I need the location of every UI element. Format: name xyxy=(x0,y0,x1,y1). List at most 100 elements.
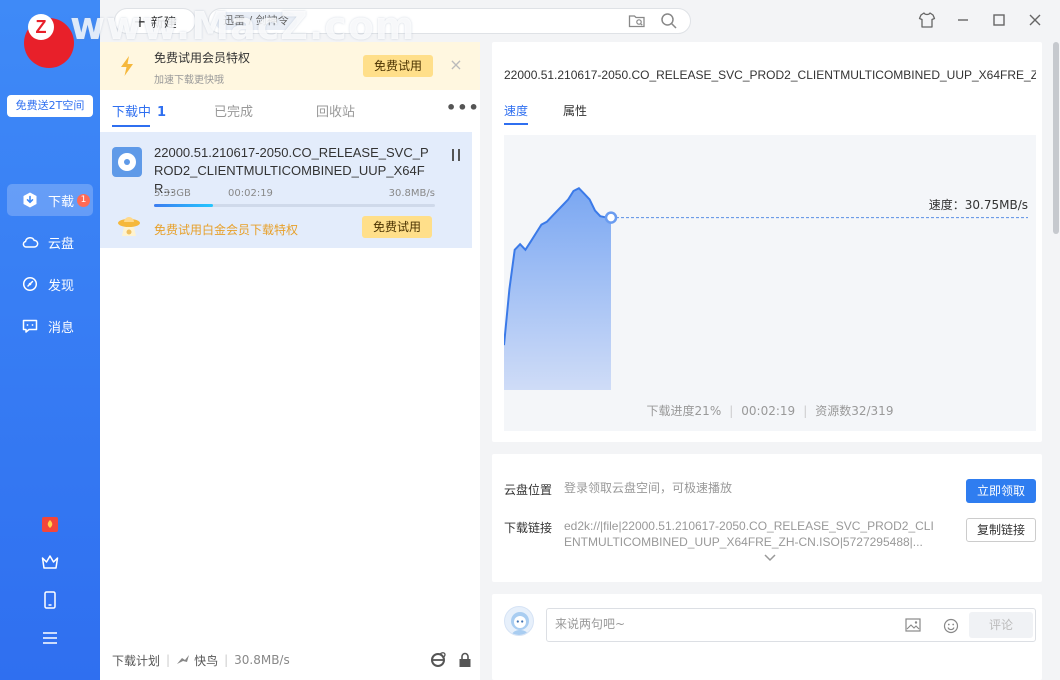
ufo-icon xyxy=(118,217,140,236)
status-right-icons xyxy=(430,652,472,668)
total-speed: 30.8MB/s xyxy=(234,653,290,667)
browser-icon[interactable] xyxy=(430,652,446,668)
search-icons xyxy=(628,12,690,30)
task-progress-fill xyxy=(154,204,213,207)
sidebar-bottom-icons xyxy=(38,512,62,664)
download-link-value[interactable]: ed2k://|file|22000.51.210617-2050.CO_REL… xyxy=(564,518,936,550)
cloud-location-label: 云盘位置 xyxy=(504,483,553,497)
separator: | xyxy=(224,653,229,667)
submit-comment-button[interactable]: 评论 xyxy=(969,612,1033,638)
status-bar: 下载计划 | 快鸟 | 30.8MB/s xyxy=(112,652,472,668)
search-box[interactable]: 迅雷 / 剑神令 xyxy=(208,8,691,34)
top-bar: + 新建 迅雷 / 剑神令 xyxy=(100,0,1060,42)
maximize-icon[interactable] xyxy=(990,10,1008,30)
download-link-label: 下载链接 xyxy=(504,521,553,535)
menu-icon[interactable] xyxy=(38,626,62,650)
skin-icon[interactable] xyxy=(918,10,936,30)
search-icon[interactable] xyxy=(660,12,678,30)
more-options-icon[interactable]: ••• xyxy=(446,98,480,117)
download-progress-stat: 下载进度21% xyxy=(646,404,722,418)
nav-item-message[interactable]: 消息 xyxy=(7,310,93,342)
cloud-location-value: 登录领取云盘空间，可极速播放 xyxy=(564,481,733,495)
task-size: 5.33GB xyxy=(154,188,191,199)
comment-card: 评论 xyxy=(492,594,1042,680)
pause-icon[interactable] xyxy=(450,148,462,162)
task-detail-panel: 22000.51.210617-2050.CO_RELEASE_SVC_PROD… xyxy=(480,42,1060,680)
elapsed-time-stat: 00:02:19 xyxy=(741,404,796,418)
nav-item-label: 发现 xyxy=(48,278,75,294)
folder-search-icon[interactable] xyxy=(628,12,646,30)
separator: | xyxy=(803,404,808,418)
tab-recycle-bin[interactable]: 回收站 xyxy=(316,101,355,120)
close-icon[interactable] xyxy=(1026,10,1044,30)
minimize-icon[interactable] xyxy=(954,10,972,30)
platinum-trial-text[interactable]: 免费试用白金会员下载特权 xyxy=(154,221,298,238)
nav-item-cloud[interactable]: 云盘 xyxy=(7,226,93,258)
close-banner-icon[interactable]: × xyxy=(446,55,466,75)
separator: | xyxy=(729,404,734,418)
new-task-label: 新建 xyxy=(150,15,177,31)
lock-icon[interactable] xyxy=(458,652,472,668)
download-list-panel: 免费试用会员特权 加速下载更快哦 免费试用 × 下载中 1 已完成 回收站 •••… xyxy=(100,42,480,680)
free-space-promo-button[interactable]: 免费送2T空间 xyxy=(7,95,93,117)
message-icon xyxy=(22,319,38,333)
active-detail-tab-indicator xyxy=(504,123,528,125)
vip-trial-button[interactable]: 免费试用 xyxy=(363,55,434,77)
claim-now-button[interactable]: 立即领取 xyxy=(966,479,1036,503)
task-remaining-time: 00:02:19 xyxy=(228,188,273,199)
image-icon[interactable] xyxy=(905,618,921,632)
speed-chart-svg xyxy=(504,186,1028,390)
current-speed-label: 速度：30.75MB/s xyxy=(928,197,1028,212)
tab-speed[interactable]: 速度 xyxy=(504,102,528,119)
plus-icon: + xyxy=(133,11,147,31)
current-speed-point xyxy=(604,211,618,224)
gift-icon[interactable] xyxy=(38,512,62,536)
tab-label: 下载中 xyxy=(112,105,152,120)
tab-completed[interactable]: 已完成 xyxy=(214,101,253,120)
comment-input[interactable] xyxy=(555,617,895,631)
speed-card: 22000.51.210617-2050.CO_RELEASE_SVC_PROD… xyxy=(492,42,1042,442)
sidebar: Z 免费送2T空间 下载 1 云盘 发现 消息 xyxy=(0,0,100,680)
logo-letter: Z xyxy=(28,14,54,40)
search-input[interactable] xyxy=(296,14,628,28)
tab-properties[interactable]: 属性 xyxy=(563,102,587,119)
tab-downloading[interactable]: 下载中 1 xyxy=(112,101,166,120)
accelerator-mode[interactable]: 快鸟 xyxy=(194,652,218,669)
emoji-icon[interactable] xyxy=(943,618,959,634)
active-tab-indicator xyxy=(112,125,150,127)
disc-image-icon xyxy=(112,147,142,177)
separator: | xyxy=(166,653,171,667)
phone-icon[interactable] xyxy=(38,588,62,612)
bird-icon xyxy=(177,655,190,664)
nav-item-discover[interactable]: 发现 xyxy=(7,268,93,300)
nav-item-label: 消息 xyxy=(48,320,75,336)
scrollbar[interactable] xyxy=(1052,42,1060,680)
download-count-badge: 1 xyxy=(77,194,90,207)
chart-stats: 下载进度21% | 00:02:19 | 资源数32/319 xyxy=(504,402,1036,419)
tab-count: 1 xyxy=(157,105,167,120)
nav-item-label: 云盘 xyxy=(48,236,75,252)
task-speed: 30.8MB/s xyxy=(388,188,435,199)
avatar xyxy=(504,606,534,636)
main-nav: 下载 1 云盘 发现 消息 xyxy=(7,184,93,352)
task-progress-bar xyxy=(154,204,435,207)
window-controls xyxy=(918,10,1044,30)
copy-link-button[interactable]: 复制链接 xyxy=(966,518,1036,542)
scrollbar-thumb[interactable] xyxy=(1053,42,1059,234)
search-tag[interactable]: 迅雷 / 剑神令 xyxy=(215,12,297,30)
download-task-row[interactable]: 22000.51.210617-2050.CO_RELEASE_SVC_PROD… xyxy=(100,132,472,248)
detail-file-title: 22000.51.210617-2050.CO_RELEASE_SVC_PROD… xyxy=(504,68,1036,82)
discover-icon xyxy=(22,276,38,292)
speed-area xyxy=(504,188,611,390)
chevron-down-icon[interactable] xyxy=(764,554,776,562)
comment-box: 评论 xyxy=(546,608,1036,642)
new-task-button[interactable]: + 新建 xyxy=(114,8,196,34)
download-icon xyxy=(23,192,37,208)
vip-banner-subtitle: 加速下载更快哦 xyxy=(154,75,224,86)
crown-icon[interactable] xyxy=(38,550,62,574)
nav-item-label: 下载 xyxy=(48,194,75,210)
download-tabs: 下载中 1 已完成 回收站 ••• xyxy=(100,90,480,128)
nav-item-download[interactable]: 下载 1 xyxy=(7,184,93,216)
platinum-trial-button[interactable]: 免费试用 xyxy=(362,216,433,238)
download-plan-link[interactable]: 下载计划 xyxy=(112,652,160,669)
